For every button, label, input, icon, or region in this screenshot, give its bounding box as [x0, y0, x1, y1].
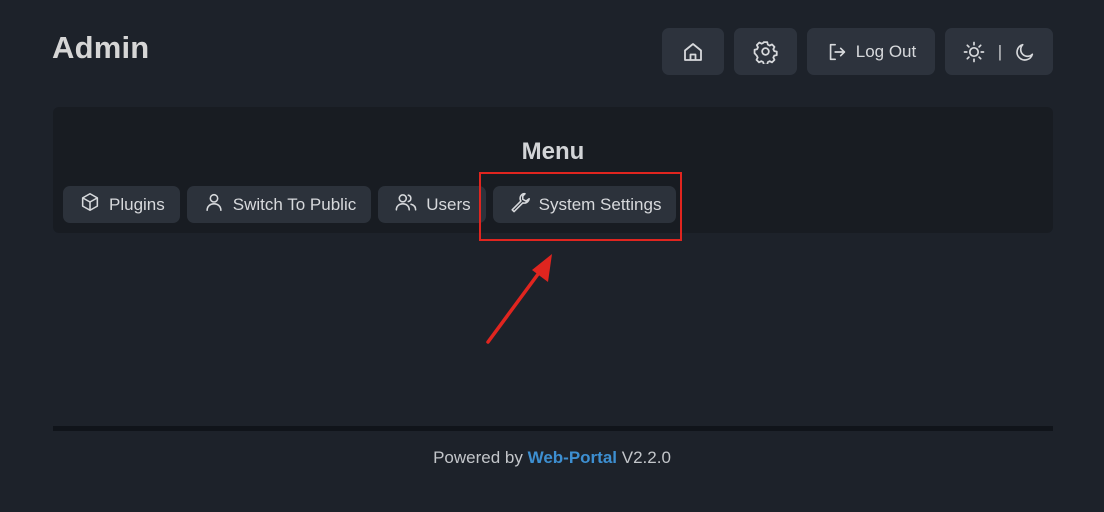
menu-item-plugins[interactable]: Plugins: [63, 186, 180, 223]
menu-items: Plugins Switch To Public Users System Se…: [63, 186, 677, 223]
gear-icon: [753, 39, 778, 64]
cube-icon: [79, 191, 101, 218]
settings-button[interactable]: [734, 28, 797, 75]
menu-item-label: Switch To Public: [232, 194, 357, 214]
sun-icon[interactable]: [962, 40, 986, 64]
page-title: Admin: [52, 30, 150, 65]
logout-button[interactable]: Log Out: [807, 28, 935, 75]
annotation-arrow: [486, 254, 552, 344]
wrench-icon: [509, 191, 531, 218]
menu-item-system-settings[interactable]: System Settings: [492, 186, 677, 223]
menu-item-label: Plugins: [109, 194, 165, 214]
footer: Powered by Web-Portal V2.2.0: [0, 448, 1104, 468]
footer-divider: [53, 426, 1053, 431]
menu-item-switch-to-public[interactable]: Switch To Public: [186, 186, 372, 223]
moon-icon[interactable]: [1014, 41, 1036, 63]
logout-icon: [826, 41, 848, 63]
home-button[interactable]: [662, 28, 724, 75]
menu-item-label: System Settings: [538, 194, 662, 214]
theme-toggle[interactable]: |: [945, 28, 1053, 75]
users-icon: [394, 191, 418, 218]
footer-prefix: Powered by: [433, 448, 523, 467]
user-icon: [203, 191, 225, 218]
theme-separator: |: [997, 41, 1003, 61]
logout-label: Log Out: [855, 41, 917, 61]
menu-item-label: Users: [426, 194, 471, 214]
footer-version: V2.2.0: [621, 448, 671, 467]
admin-page: Admin Log Out | Menu Plugins Switch To P…: [0, 0, 1104, 512]
footer-brand-link[interactable]: Web-Portal: [528, 448, 617, 467]
menu-card: Menu Plugins Switch To Public Users Syst…: [53, 107, 1053, 233]
home-icon: [681, 40, 705, 64]
top-toolbar: Log Out |: [662, 28, 1053, 75]
menu-title: Menu: [521, 138, 585, 165]
menu-item-users[interactable]: Users: [378, 186, 486, 223]
